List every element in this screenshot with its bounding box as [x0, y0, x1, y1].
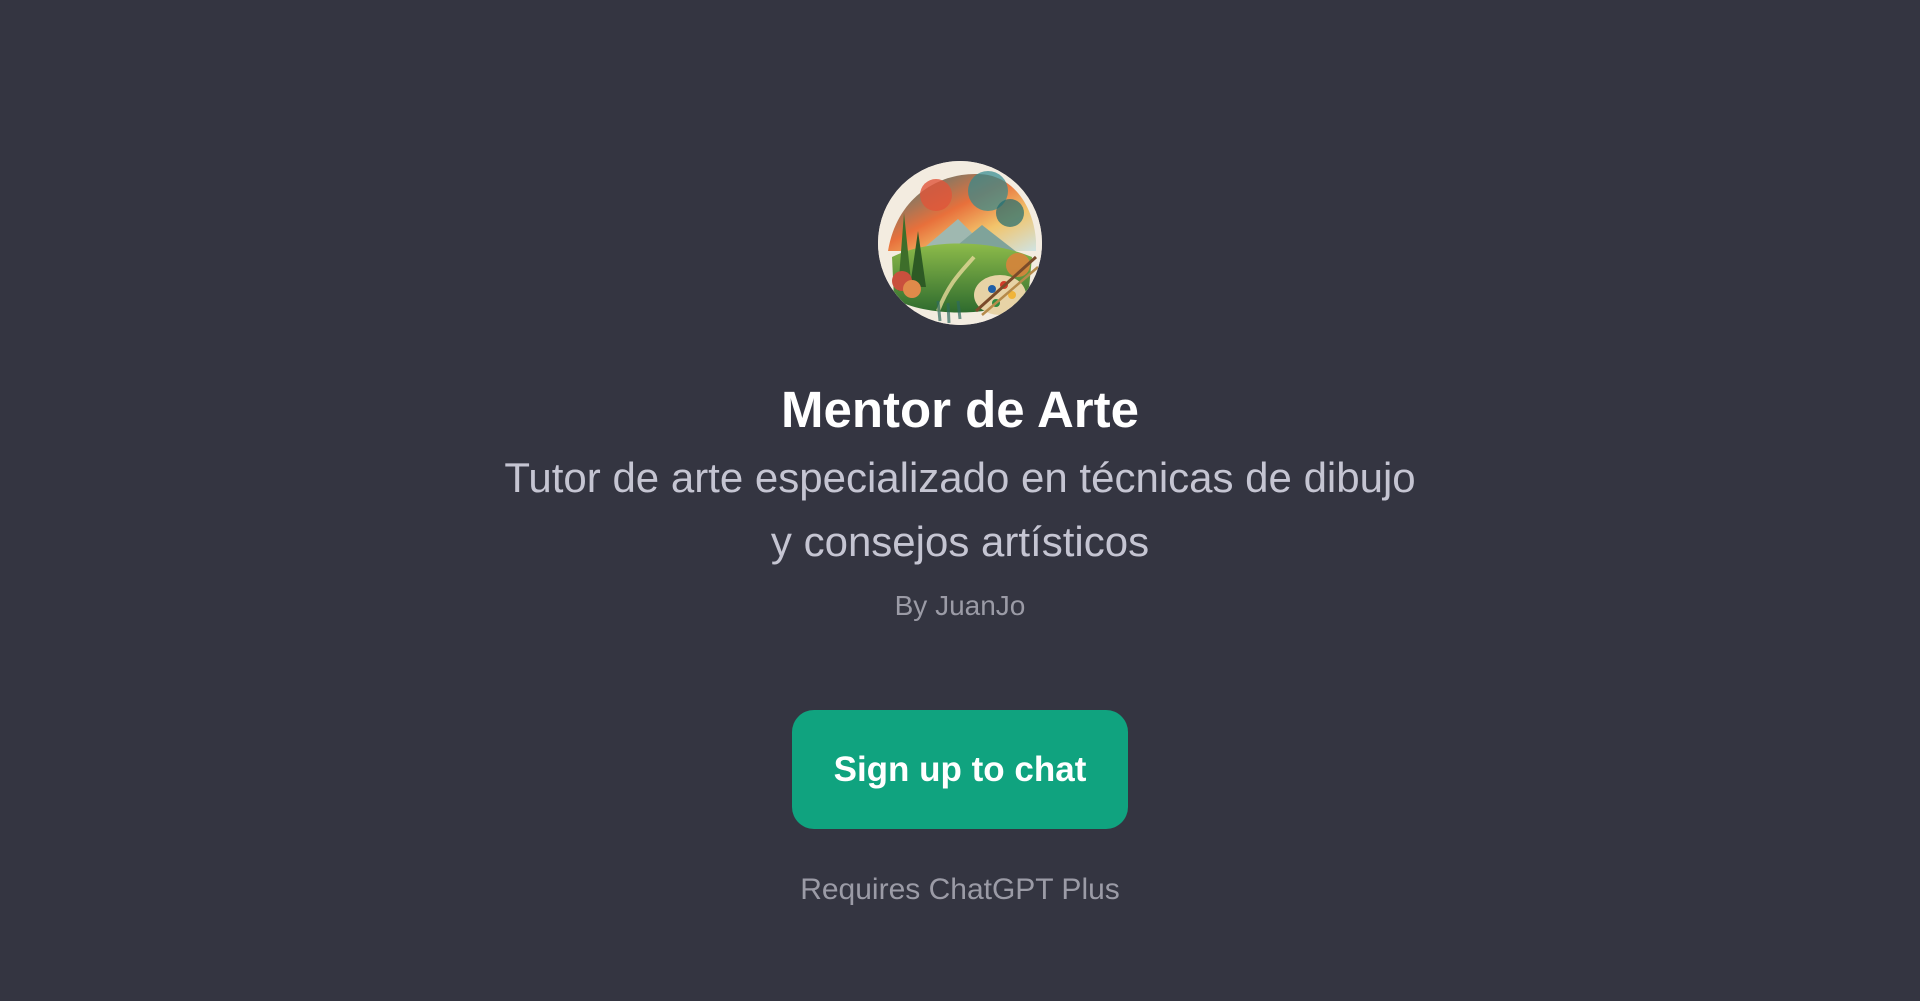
- gpt-title: Mentor de Arte: [781, 381, 1139, 438]
- gpt-description: Tutor de arte especializado en técnicas …: [440, 446, 1480, 574]
- gpt-author: By JuanJo: [894, 590, 1026, 621]
- gpt-description-line-1: Tutor de arte especializado en técnicas …: [504, 454, 1416, 501]
- gpt-avatar: [878, 161, 1042, 325]
- gpt-description-line-2: y consejos artísticos: [770, 518, 1150, 565]
- sign-up-to-chat-button[interactable]: Sign up to chat: [792, 710, 1128, 829]
- requirement-note: Requires ChatGPT Plus: [800, 873, 1120, 906]
- watercolor-landscape-avatar-icon: [878, 161, 1042, 325]
- gpt-landing-page: Mentor de Arte Tutor de arte especializa…: [0, 0, 1920, 1001]
